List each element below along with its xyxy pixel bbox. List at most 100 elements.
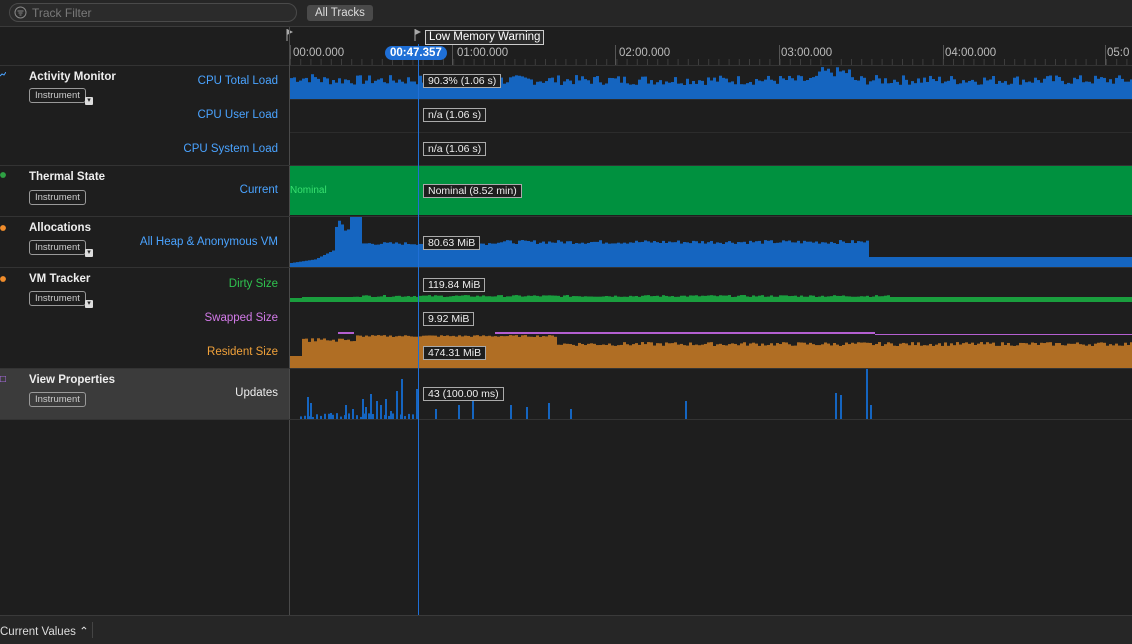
dirty-bar [662,295,665,302]
cpu-bar [869,81,872,99]
resident-bar [860,342,863,368]
allocation-bar [338,220,341,267]
resident-bar [896,345,899,368]
allocation-bar [815,241,818,267]
allocation-bar [1124,257,1127,267]
cpu-bar [1115,77,1118,99]
resident-bar [845,342,848,368]
tick-label: 05:0 [1107,47,1130,59]
update-spike [330,413,332,419]
dirty-bar [710,295,713,302]
dirty-bar [533,295,536,302]
dirty-bar [401,296,404,302]
resident-bar [674,342,677,368]
cpu-bar [740,84,743,99]
cpu-bar [926,81,929,99]
playhead-time-badge[interactable]: 00:47.357 [385,46,447,60]
cpu-bar [512,76,515,99]
dirty-bar [581,296,584,302]
chevron-down-icon[interactable]: ▾ [85,249,93,257]
all-tracks-button[interactable]: All Tracks [307,5,373,21]
resident-bar [518,336,521,368]
inspection-cursor-line[interactable] [418,44,419,615]
row-label-cpu-system: CPU System Load [183,143,278,155]
dirty-bar [617,296,620,302]
resident-bar [1055,343,1058,368]
dirty-bar [914,297,917,302]
track-header: Activity Monitor Instrument ▾ CPU Total … [0,66,289,165]
chevron-down-icon[interactable]: ▾ [85,97,93,105]
resident-bar [608,343,611,368]
instrument-badge[interactable]: Instrument [29,88,86,103]
instrument-badge[interactable]: Instrument [29,291,86,306]
resident-bar [392,336,395,368]
allocation-bar [785,241,788,267]
resident-bar [548,335,551,368]
resident-bar [377,335,380,368]
allocation-bar [932,257,935,267]
dirty-bar [455,295,458,302]
track-filter-input[interactable] [32,5,282,20]
track-allocations[interactable]: Allocations Instrument ▾ All Heap & Anon… [0,217,1132,268]
dirty-bar [968,297,971,302]
cpu-bar [818,71,821,99]
resident-bar [1052,345,1055,368]
allocation-bar [533,240,536,267]
dirty-bar [500,295,503,302]
allocation-bar [695,241,698,267]
dirty-bar [938,297,941,302]
dirty-bar [359,296,362,302]
track-view-properties[interactable]: View Properties Instrument Updates 43 (1… [0,369,1132,420]
cpu-bar [380,78,383,99]
track-header: Thermal State Instrument Current [0,166,289,216]
update-spike [336,413,338,419]
cpu-bar [1094,75,1097,99]
dirty-bar [809,295,812,302]
cpu-bar [602,84,605,99]
allocation-bar [788,240,791,267]
dirty-bar [878,296,881,302]
cpu-bar [674,77,677,99]
allocation-bar [908,257,911,267]
cpu-bar [995,83,998,99]
resident-bar [1112,345,1115,368]
resident-bar [299,356,302,368]
dirty-bar [374,296,377,302]
allocation-bar [839,240,842,267]
track-activity-monitor[interactable]: Activity Monitor Instrument ▾ CPU Total … [0,66,1132,166]
resident-bar [320,339,323,368]
allocation-bar [677,240,680,267]
allocation-bar [911,257,914,267]
cpu-bar [536,81,539,99]
cpu-bar [785,80,788,99]
minor-tick [1106,59,1107,65]
allocation-bar [626,243,629,267]
cpu-bar [575,75,578,99]
resident-bar [332,339,335,368]
cpu-bar [788,75,791,99]
track-vm-tracker[interactable]: VM Tracker Instrument ▾ Dirty Size Swapp… [0,268,1132,369]
cpu-bar [776,83,779,99]
chevron-down-icon[interactable]: ▾ [85,300,93,308]
cpu-bar [644,76,647,99]
dirty-bar [572,296,575,302]
minor-tick [912,59,914,65]
dirty-bar [746,296,749,302]
dirty-bar [458,295,461,302]
cpu-bar [593,77,596,99]
allocation-bar [506,240,509,267]
dirty-bar [1034,297,1037,302]
track-thermal-state[interactable]: Thermal State Instrument Current Nominal… [0,166,1132,217]
resident-bar [746,345,749,368]
dirty-bar [674,296,677,302]
dirty-bar [635,295,638,302]
minor-tick [963,59,965,65]
dirty-bar [563,295,566,302]
track-filter-field[interactable] [9,3,297,22]
dirty-bar [1064,297,1067,302]
low-memory-warning-marker[interactable]: Low Memory Warning [425,30,545,45]
detail-selector[interactable]: Current Values ⌃ [0,624,89,638]
cpu-bar [317,78,320,99]
dirty-bar [1028,297,1031,302]
cpu-bar [410,81,413,99]
